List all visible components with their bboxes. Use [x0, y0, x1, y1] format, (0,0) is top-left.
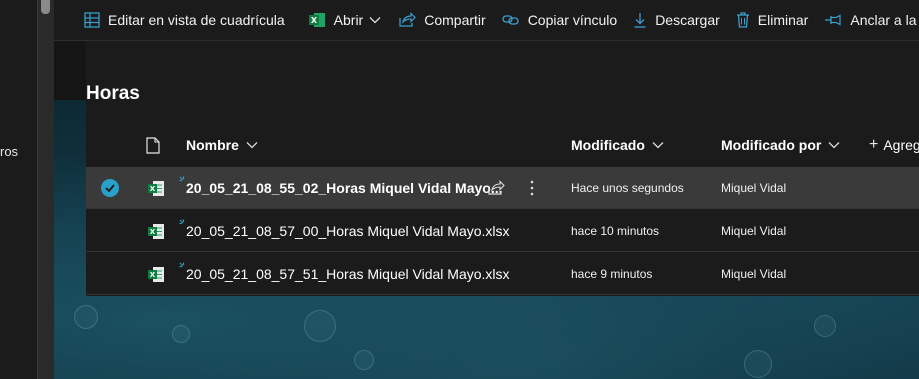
- copy-link-button[interactable]: Copiar vínculo: [502, 0, 626, 40]
- table-row[interactable]: X 20_05_21_08_57_51_Horas Miquel Vidal M…: [86, 253, 919, 295]
- chevron-down-icon: [246, 142, 258, 149]
- share-button[interactable]: Compartir: [399, 0, 493, 40]
- chevron-down-icon: [652, 142, 664, 149]
- svg-text:X: X: [150, 228, 156, 236]
- background-bubble: [354, 350, 374, 370]
- share-icon: [399, 12, 417, 27]
- download-icon: [634, 13, 646, 28]
- pin-icon: [825, 14, 841, 26]
- grid-icon: [84, 12, 100, 28]
- table-row[interactable]: X 20_05_21_08_55_02_Horas Miquel Vidal M…: [86, 167, 919, 209]
- pin-button[interactable]: Anclar a la pa: [824, 0, 919, 40]
- checkmark-icon: [101, 179, 119, 197]
- background-bubble: [744, 350, 772, 378]
- modified-by-cell[interactable]: Miquel Vidal: [721, 210, 786, 252]
- new-item-icon: [179, 262, 185, 268]
- file-type-column-header[interactable]: [146, 124, 160, 166]
- file-type-cell: X: [148, 210, 165, 252]
- app-window: ros Editar en vista de cuadrícula X Abri…: [0, 0, 919, 379]
- background-bubble: [304, 310, 336, 342]
- name-column-header[interactable]: Nombre: [186, 124, 258, 166]
- file-name-cell[interactable]: 20_05_21_08_55_02_Horas Miquel Vidal May…: [179, 167, 919, 209]
- new-item-icon: [179, 176, 185, 182]
- file-type-cell: X: [148, 253, 165, 295]
- file-icon: [146, 136, 160, 154]
- excel-icon: X: [308, 13, 325, 27]
- modified-cell: hace 9 minutos: [571, 267, 653, 281]
- background-bubble: [172, 325, 190, 343]
- sidebar-scrollbar[interactable]: [37, 0, 54, 379]
- file-name-cell[interactable]: 20_05_21_08_57_51_Horas Miquel Vidal May…: [179, 253, 919, 295]
- file-name[interactable]: 20_05_21_08_57_00_Horas Miquel Vidal May…: [186, 223, 510, 239]
- excel-file-icon: X: [148, 223, 164, 239]
- svg-text:X: X: [150, 185, 156, 193]
- main-content: Editar en vista de cuadrícula X Abrir Co…: [54, 0, 919, 379]
- background-bubble: [74, 305, 98, 329]
- more-actions-button[interactable]: [530, 167, 534, 209]
- modified-cell: hace 10 minutos: [571, 224, 660, 238]
- file-name-cell[interactable]: 20_05_21_08_57_00_Horas Miquel Vidal May…: [179, 210, 919, 252]
- chevron-down-icon[interactable]: [369, 16, 381, 24]
- link-icon: [502, 15, 519, 25]
- delete-button[interactable]: Eliminar: [736, 0, 817, 40]
- delete-label: Eliminar: [757, 12, 809, 28]
- share-icon: [488, 180, 505, 195]
- modified-column-label: Modificado: [571, 137, 645, 153]
- file-type-cell: X: [148, 167, 165, 209]
- edit-grid-view-label: Editar en vista de cuadrícula: [108, 12, 285, 28]
- add-column-button[interactable]: + Agreg: [869, 124, 919, 166]
- add-column-label: Agreg: [883, 137, 919, 153]
- name-column-label: Nombre: [186, 137, 239, 153]
- open-button[interactable]: X Abrir: [308, 0, 390, 40]
- modified-cell: Hace unos segundos: [571, 181, 684, 195]
- share-label: Compartir: [424, 12, 486, 28]
- copy-link-label: Copiar vínculo: [527, 12, 618, 28]
- more-vertical-icon: [530, 180, 534, 196]
- file-name[interactable]: 20_05_21_08_55_02_Horas Miquel Vidal May…: [186, 180, 503, 196]
- list-header: Nombre Modificado Modificado por + Agreg: [86, 124, 919, 166]
- modified-by-column-label: Modificado por: [721, 137, 822, 153]
- svg-text:X: X: [311, 16, 318, 25]
- library-title: Horas: [86, 83, 140, 104]
- row-share-button[interactable]: [488, 167, 505, 209]
- modified-by-cell[interactable]: Miquel Vidal: [721, 167, 786, 209]
- modified-column-header[interactable]: Modificado: [571, 124, 664, 166]
- modified-by-cell[interactable]: Miquel Vidal: [721, 253, 786, 295]
- modified-by-column-header[interactable]: Modificado por: [721, 124, 840, 166]
- row-checkbox[interactable]: [101, 167, 119, 209]
- download-button[interactable]: Descargar: [633, 0, 728, 40]
- open-label: Abrir: [333, 12, 364, 28]
- pin-label: Anclar a la pa: [850, 12, 919, 28]
- new-item-icon: [179, 219, 185, 225]
- left-navigation: ros: [0, 0, 37, 379]
- table-row[interactable]: X 20_05_21_08_57_00_Horas Miquel Vidal M…: [86, 210, 919, 252]
- scrollbar-thumb[interactable]: [41, 0, 50, 14]
- edit-grid-view-button[interactable]: Editar en vista de cuadrícula: [84, 0, 293, 40]
- svg-text:X: X: [150, 271, 156, 279]
- command-bar: Editar en vista de cuadrícula X Abrir Co…: [54, 0, 919, 41]
- trash-icon: [736, 12, 749, 28]
- background-bubble: [814, 315, 836, 337]
- excel-file-icon: X: [148, 180, 164, 196]
- file-name[interactable]: 20_05_21_08_57_51_Horas Miquel Vidal May…: [186, 266, 510, 282]
- chevron-down-icon: [828, 142, 840, 149]
- plus-icon: +: [869, 136, 879, 153]
- document-library: Horas Nombre Modificado Modificado por +…: [86, 41, 919, 296]
- download-label: Descargar: [655, 12, 720, 28]
- excel-file-icon: X: [148, 266, 164, 282]
- nav-item-label[interactable]: ros: [0, 144, 18, 159]
